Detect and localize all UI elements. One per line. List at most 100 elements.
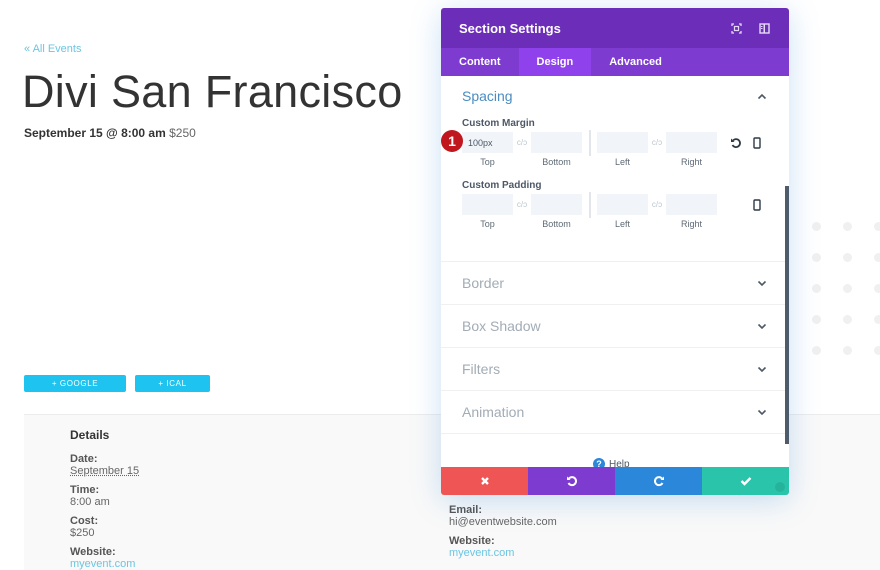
mobile-icon[interactable] xyxy=(749,197,765,213)
check-icon xyxy=(740,477,751,486)
organizer-column: +123456789 Email: hi@eventwebsite.com We… xyxy=(449,485,557,566)
decorative-dot xyxy=(843,346,852,355)
modal-footer xyxy=(441,467,789,495)
modal-tabs: Content Design Advanced xyxy=(441,48,789,76)
help-icon: ? xyxy=(593,458,605,467)
chevron-down-icon[interactable] xyxy=(756,277,768,289)
margin-row-actions xyxy=(728,135,770,151)
detail-label: Time: xyxy=(70,484,100,496)
all-events-link[interactable]: « All Events xyxy=(24,43,81,55)
margin-top-input[interactable] xyxy=(462,132,513,153)
detail-label: Cost: xyxy=(70,515,99,527)
section-settings-modal: Section Settings Content Design Advanced… xyxy=(441,8,789,495)
modal-title: Section Settings xyxy=(459,20,561,36)
help-label: Help xyxy=(609,458,630,468)
details-column: Details Date: September 15 Time: 8:00 am… xyxy=(70,428,139,570)
detail-website-link[interactable]: myevent.com xyxy=(70,558,139,570)
tab-design[interactable]: Design xyxy=(518,48,592,76)
event-datetime: September 15 @ 8:00 am xyxy=(24,126,166,140)
left-label: Left xyxy=(614,219,630,229)
top-label: Top xyxy=(480,219,495,229)
padding-bottom-input[interactable] xyxy=(531,194,582,215)
decorative-dot xyxy=(874,222,880,231)
link-icon[interactable]: c/ɔ xyxy=(648,194,666,215)
expand-icon[interactable] xyxy=(729,21,743,35)
decorative-dot xyxy=(874,284,880,293)
detail-website: Website: myevent.com xyxy=(70,546,139,570)
chevron-down-icon[interactable] xyxy=(756,320,768,332)
animation-section[interactable]: Animation xyxy=(441,391,789,434)
link-icon[interactable]: c/ɔ xyxy=(513,132,531,153)
decorative-dot xyxy=(812,346,821,355)
custom-padding-row: Top c/ɔ Bottom Left c/ɔ Right xyxy=(462,192,770,229)
link-icon[interactable]: c/ɔ xyxy=(513,194,531,215)
help-link[interactable]: ? Help xyxy=(593,458,630,467)
decorative-dot xyxy=(812,222,821,231)
decorative-dot xyxy=(812,253,821,262)
right-label: Right xyxy=(680,219,702,229)
cancel-button[interactable] xyxy=(441,467,528,495)
save-button[interactable] xyxy=(702,467,789,495)
organizer-website: Website: myevent.com xyxy=(449,535,557,559)
organizer-email: Email: hi@eventwebsite.com xyxy=(449,504,557,528)
chevron-down-icon[interactable] xyxy=(756,406,768,418)
undo-button[interactable] xyxy=(528,467,615,495)
redo-icon xyxy=(653,476,664,487)
chevron-down-icon[interactable] xyxy=(756,363,768,375)
detail-value: September 15 xyxy=(70,465,140,477)
padding-row-actions xyxy=(749,197,770,213)
top-label: Top xyxy=(480,157,495,167)
tab-content[interactable]: Content xyxy=(441,48,519,76)
scrollbar[interactable] xyxy=(785,186,789,444)
decorative-dot-pattern xyxy=(812,222,880,362)
step-badge: 1 xyxy=(441,130,463,152)
bottom-label: Bottom xyxy=(542,219,571,229)
box-shadow-section[interactable]: Box Shadow xyxy=(441,305,789,348)
decorative-dot xyxy=(874,315,880,324)
google-calendar-button[interactable]: + GOOGLE CALENDAR xyxy=(24,375,126,405)
custom-margin-label: Custom Margin xyxy=(462,118,535,129)
padding-right-input[interactable] xyxy=(666,194,717,215)
sidebar-toggle-icon[interactable] xyxy=(757,21,771,35)
right-label: Right xyxy=(680,157,702,167)
custom-padding-label: Custom Padding xyxy=(462,180,542,191)
event-meta: September 15 @ 8:00 am $250 xyxy=(24,126,196,140)
detail-value: hi@eventwebsite.com xyxy=(449,516,557,528)
decorative-dot xyxy=(843,284,852,293)
divider xyxy=(589,192,591,218)
margin-bottom-input[interactable] xyxy=(531,132,582,153)
event-title: Divi San Francisco xyxy=(22,66,403,117)
spacing-toggle[interactable]: Spacing xyxy=(462,88,768,104)
organizer-website-link[interactable]: myevent.com xyxy=(449,547,557,559)
padding-top-input[interactable] xyxy=(462,194,513,215)
decorative-dot xyxy=(843,315,852,324)
modal-header[interactable]: Section Settings xyxy=(441,8,789,48)
ical-export-button[interactable]: + ICAL EXPORT xyxy=(135,375,210,405)
reset-icon[interactable] xyxy=(728,135,744,151)
detail-label: Date: xyxy=(70,453,98,465)
detail-value: 8:00 am xyxy=(70,496,110,508)
decorative-dot xyxy=(874,346,880,355)
border-section[interactable]: Border xyxy=(441,262,789,305)
link-icon[interactable]: c/ɔ xyxy=(648,132,666,153)
padding-left-input[interactable] xyxy=(597,194,648,215)
details-heading: Details xyxy=(70,428,110,442)
custom-margin-row: Top c/ɔ Bottom Left c/ɔ Right 1 xyxy=(441,130,770,167)
close-icon xyxy=(480,477,489,485)
margin-right-input[interactable] xyxy=(666,132,717,153)
tab-advanced[interactable]: Advanced xyxy=(591,48,680,76)
margin-left-input[interactable] xyxy=(597,132,648,153)
detail-cost: Cost: $250 xyxy=(70,515,139,539)
box-shadow-title: Box Shadow xyxy=(462,318,541,334)
detail-date: Date: September 15 xyxy=(70,453,139,477)
filters-section[interactable]: Filters xyxy=(441,348,789,391)
modal-body: Spacing Custom Margin Top c/ɔ Bottom Lef… xyxy=(441,76,789,467)
left-label: Left xyxy=(614,157,630,167)
detail-label: Website: xyxy=(70,546,116,558)
decorative-dot xyxy=(812,284,821,293)
mobile-icon[interactable] xyxy=(749,135,765,151)
chevron-up-icon[interactable] xyxy=(756,90,768,102)
resize-handle-icon[interactable] xyxy=(775,482,785,492)
bottom-label: Bottom xyxy=(542,157,571,167)
redo-button[interactable] xyxy=(615,467,702,495)
